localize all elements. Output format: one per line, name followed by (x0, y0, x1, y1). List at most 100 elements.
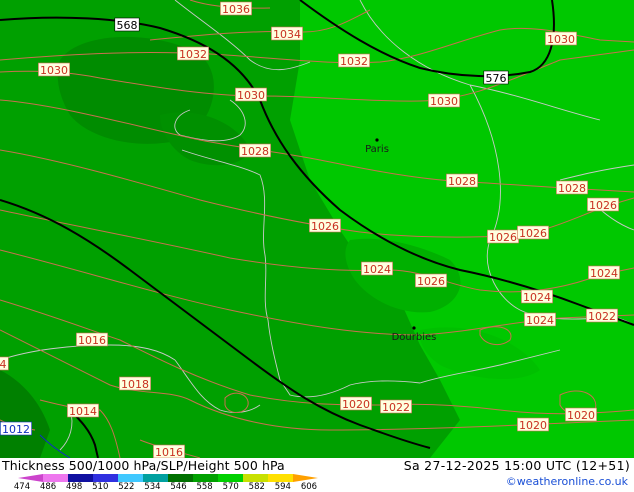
isobar-label-text: 1030 (547, 33, 575, 46)
isobar-label-0: 1036 (220, 1, 252, 16)
isobar-label-25: 1014 (67, 403, 99, 418)
isobar-label-3: 1032 (338, 53, 370, 68)
isobar-label-15: 1024 (361, 261, 393, 276)
scale-swatch-2 (68, 474, 94, 482)
scale-swatch-5 (143, 474, 169, 482)
isobar-label-7: 1030 (545, 31, 577, 46)
scale-tick-10: 594 (274, 482, 291, 492)
scale-swatch-3 (93, 474, 119, 482)
scale-swatch-6 (168, 474, 194, 482)
scale-tick-4: 522 (118, 482, 135, 492)
scale-tick-3: 510 (92, 482, 109, 492)
height-label-1: 576 (483, 70, 509, 85)
isobar-label-20: 1022 (586, 308, 618, 323)
scale-tick-7: 558 (196, 482, 213, 492)
scale-tick-2: 498 (66, 482, 83, 492)
chart-title: Thickness 500/1000 hPa/SLP/Height 500 hP… (2, 458, 285, 473)
scale-tick-8: 570 (222, 482, 239, 492)
scale-tick-1: 486 (39, 482, 57, 492)
isobar-label-12: 1026 (309, 218, 341, 233)
isobar-label-text: 1028 (241, 145, 269, 158)
isobar-label-text: 1036 (222, 3, 250, 16)
city-name-1: Dourbies (392, 332, 437, 343)
isobar-label-19: 1024 (524, 312, 556, 327)
scale-swatch-9 (243, 474, 269, 482)
isobar-label-text: 1030 (237, 89, 265, 102)
isobar-label-24: 1022 (380, 399, 412, 414)
scale-tick-5: 534 (144, 482, 161, 492)
isobar-label-text: 1028 (448, 175, 476, 188)
isobar-label-text: 1030 (40, 64, 68, 77)
isobar-label-text: 1016 (78, 334, 106, 347)
scale-swatch-8 (218, 474, 244, 482)
isobar-label-text: 1024 (523, 291, 551, 304)
valid-datetime: Sa 27-12-2025 15:00 UTC (12+51) (403, 458, 630, 473)
isobar-label-text: 1028 (558, 182, 586, 195)
isobar-label-14: 1026 (517, 225, 549, 240)
isobar-label-21: 1016 (76, 332, 108, 347)
city-dot-0 (375, 138, 379, 142)
isobar-label-text: 1026 (489, 231, 517, 244)
isobar-label-text: 1020 (519, 419, 547, 432)
isobar-label-23: 1020 (340, 396, 372, 411)
scale-tick-9: 582 (248, 482, 265, 492)
isobar-label-text: 1026 (417, 275, 445, 288)
isobar-label-text: 1020 (342, 398, 370, 411)
isobar-label-text: 1032 (179, 48, 207, 61)
scale-tick-labels: 474 486 498 510 522 534 546 558 570 582 594 606 (14, 482, 318, 492)
thickness-color-scale (18, 474, 318, 482)
scale-swatch-11 (293, 474, 318, 482)
isobar-label-30: 4 (0, 356, 9, 371)
isobar-label-26: 1020 (565, 407, 597, 422)
scale-swatch-4 (118, 474, 144, 482)
isobar-label-29: 1016 (153, 444, 185, 458)
isobar-label-4: 1030 (38, 62, 70, 77)
isobar-label-text: 1034 (273, 28, 301, 41)
isobar-label-text: 1026 (311, 220, 339, 233)
isobar-label-9: 1028 (446, 173, 478, 188)
isobar-label-text: 1032 (340, 55, 368, 68)
isobar-label-17: 1024 (588, 265, 620, 280)
height-label-text: 568 (117, 19, 138, 32)
isobar-label-18: 1024 (521, 289, 553, 304)
isobar-label-text: 1024 (590, 267, 618, 280)
scale-tick-11: 606 (300, 482, 318, 492)
scale-swatch-0 (18, 474, 43, 482)
isobar-label-text: 1018 (121, 378, 149, 391)
scale-swatch-10 (268, 474, 294, 482)
scale-swatch-1 (43, 474, 69, 482)
isobar-label-text: 1022 (382, 401, 410, 414)
isobar-label-22: 1018 (119, 376, 151, 391)
isobar-label-text: 1030 (430, 95, 458, 108)
isobar-label-text: 1022 (588, 310, 616, 323)
weather-chart: 1036 1034 1032 1032 1030 1030 1030 1030 1028 1028… (0, 0, 634, 492)
isobar-label-text: 1020 (567, 409, 595, 422)
isobar-label-text: 4 (0, 358, 7, 371)
scale-swatch-7 (193, 474, 219, 482)
isobar-label-text: 1012 (2, 423, 30, 436)
isobar-label-10: 1028 (556, 180, 588, 195)
isobar-label-16: 1026 (415, 273, 447, 288)
isobar-label-28: 1012 (0, 421, 32, 436)
isobar-label-text: 1026 (519, 227, 547, 240)
thickness-map: 1036 1034 1032 1032 1030 1030 1030 1030 1028 1028… (0, 0, 634, 458)
scale-tick-0: 474 (13, 482, 31, 492)
isobar-label-text: 1024 (526, 314, 554, 327)
isobar-label-text: 1026 (589, 199, 617, 212)
city-dot-1 (412, 326, 416, 330)
isobar-label-text: 1024 (363, 263, 391, 276)
isobar-label-13: 1026 (487, 229, 519, 244)
isobar-label-1: 1034 (271, 26, 303, 41)
isobar-label-6: 1030 (428, 93, 460, 108)
credit-link[interactable]: ©weatheronline.co.uk (506, 475, 628, 488)
city-name-0: Paris (365, 144, 389, 155)
height-label-0: 568 (114, 17, 140, 32)
isobar-label-2: 1032 (177, 46, 209, 61)
isobar-label-8: 1028 (239, 143, 271, 158)
legend-bar: Thickness 500/1000 hPa/SLP/Height 500 hP… (0, 458, 634, 492)
isobar-label-11: 1026 (587, 197, 619, 212)
isobar-label-text: 1016 (155, 446, 183, 458)
isobar-label-27: 1020 (517, 417, 549, 432)
height-label-text: 576 (486, 72, 507, 85)
scale-tick-6: 546 (170, 482, 187, 492)
